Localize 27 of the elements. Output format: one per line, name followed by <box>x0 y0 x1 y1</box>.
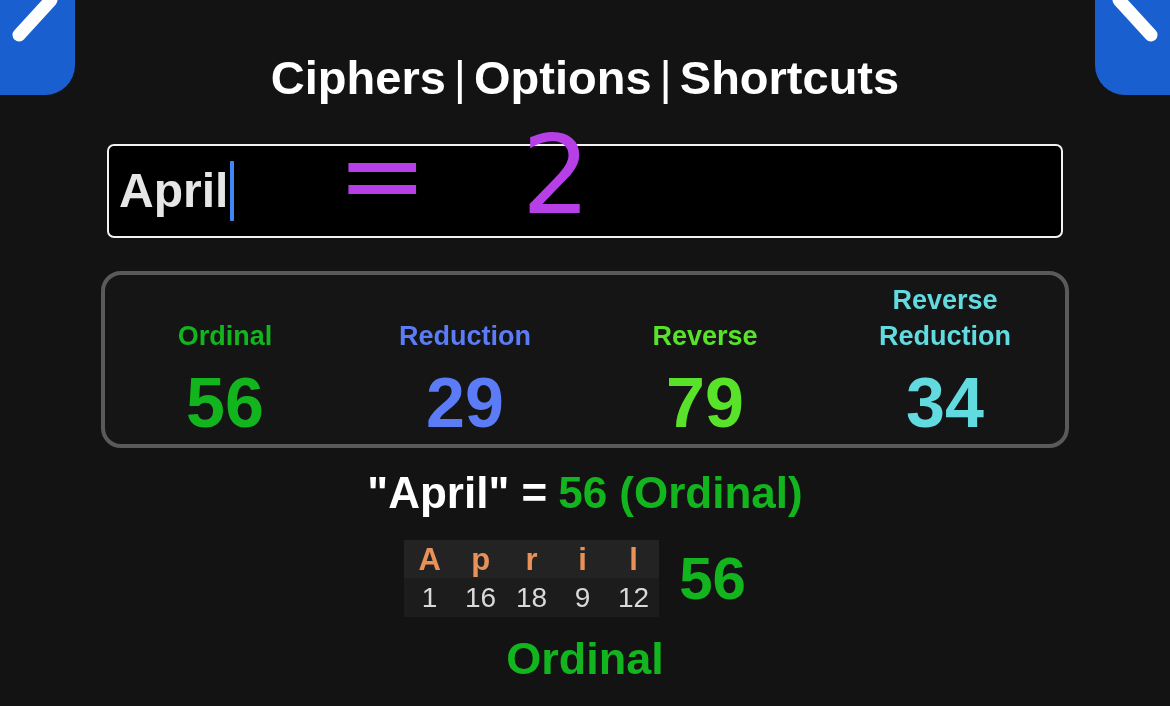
diagonal-stroke-icon <box>12 0 58 42</box>
number-cell-text: 12 <box>617 583 651 612</box>
cipher-value: 29 <box>426 368 504 438</box>
number-cell-text: 16 <box>464 583 498 612</box>
cipher-value: 56 <box>186 368 264 438</box>
letter-cell-text: A <box>417 543 442 575</box>
summary-result: 56 (Ordinal) <box>558 471 803 515</box>
nav-link[interactable]: Shortcuts <box>679 54 900 101</box>
cipher-name: Ordinal <box>506 636 664 681</box>
number-cell-text: 18 <box>515 583 549 612</box>
cipher-label: Reverse <box>651 320 759 353</box>
cipher-label: Ordinal <box>176 320 274 353</box>
cipher-label: Reduction <box>398 320 532 353</box>
cipher-value: 79 <box>666 368 744 438</box>
total-value: 56 <box>679 548 746 609</box>
letter-cell-text: p <box>470 543 492 575</box>
diagonal-stroke-icon <box>1112 0 1158 42</box>
cipher-label: Reverse Reduction <box>878 284 1012 353</box>
letter-cell-text: r <box>524 543 539 575</box>
corner-button[interactable] <box>1095 0 1170 95</box>
cipher-value: 34 <box>906 368 984 438</box>
number-cell-text: 9 <box>573 583 592 612</box>
corner-button[interactable] <box>0 0 75 95</box>
letter-cell-text: i <box>577 543 588 575</box>
letter-cell-text: l <box>628 543 639 575</box>
summary-text: "April" = <box>367 471 548 515</box>
number-cell-text: 1 <box>420 583 439 612</box>
